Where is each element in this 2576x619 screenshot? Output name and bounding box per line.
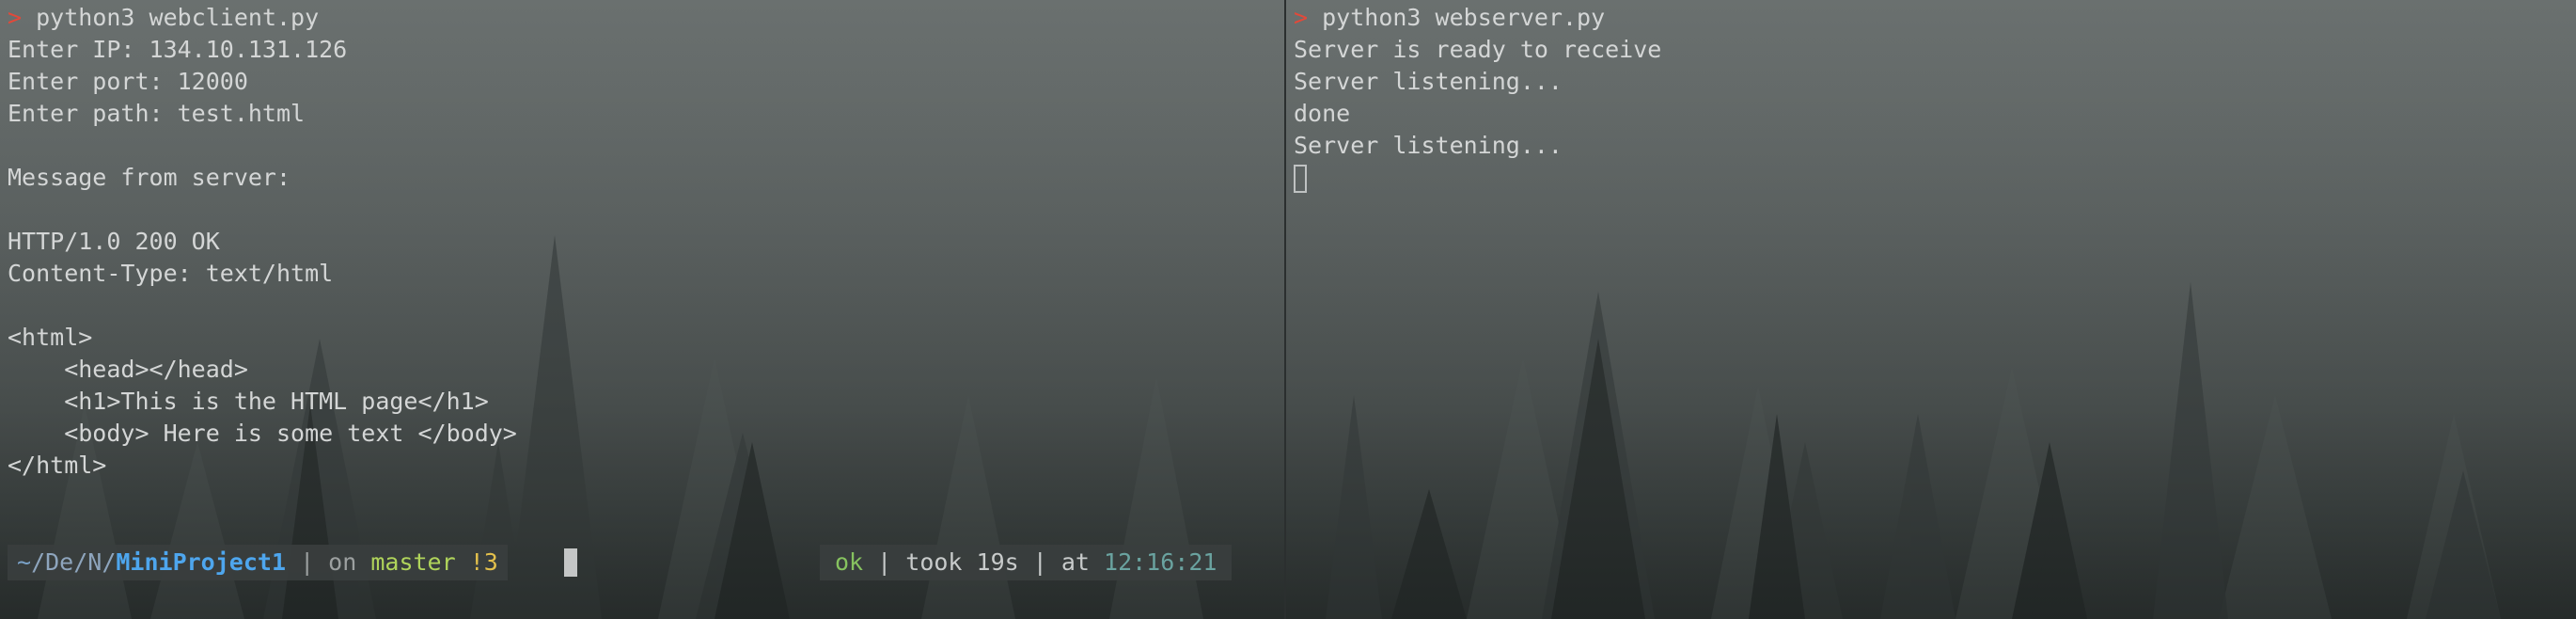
output-line: Message from server: (8, 164, 291, 191)
prompt-status-right: ok | took 19s | at 12:16:21 (820, 545, 1233, 580)
exit-status: ok (835, 548, 864, 576)
output-line: Enter path: test.html (8, 100, 306, 127)
duration-text: | took 19s | at (877, 548, 1090, 576)
git-dirty-count: !3 (469, 548, 498, 576)
on-branch-label: | on (300, 548, 357, 576)
output-line: <head></head> (8, 356, 248, 383)
output-line: <html> (8, 324, 93, 351)
prompt-arrow-icon: > (1294, 4, 1309, 31)
output-line: <h1>This is the HTML page</h1> (8, 388, 489, 415)
cursor-line (1294, 162, 1661, 194)
path-middle: /De/N/ (31, 548, 117, 576)
terminal-output-client: > python3 webclient.py Enter IP: 134.10.… (8, 2, 517, 482)
output-line: Content-Type: text/html (8, 260, 334, 287)
prompt-arrow-icon: > (8, 4, 23, 31)
terminal-pane-server[interactable]: > python3 webserver.py Server is ready t… (1286, 0, 2576, 619)
terminal-pane-client[interactable]: > python3 webclient.py Enter IP: 134.10.… (0, 0, 1284, 619)
command-line: > python3 webserver.py (1294, 2, 1661, 34)
output-line: done (1294, 100, 1351, 127)
terminal-output-server: > python3 webserver.py Server is ready t… (1294, 2, 1661, 194)
command-text: python3 webserver.py (1322, 4, 1606, 31)
prompt-status-left: ~/De/N/MiniProject1 | on master !3 (8, 545, 508, 580)
cursor-block (1294, 165, 1307, 193)
output-line: Enter port: 12000 (8, 68, 248, 95)
current-directory: MiniProject1 (116, 548, 286, 576)
output-line: Server listening... (1294, 68, 1563, 95)
cursor-block (564, 548, 577, 577)
output-line: Server listening... (1294, 132, 1563, 159)
git-branch: master (370, 548, 456, 576)
command-text: python3 webclient.py (36, 4, 320, 31)
output-line: Enter IP: 134.10.131.126 (8, 36, 348, 63)
clock-time: 12:16:21 (1104, 548, 1217, 576)
output-line: <body> Here is some text </body> (8, 420, 517, 447)
command-line: > python3 webclient.py (8, 2, 517, 34)
output-line: </html> (8, 452, 107, 479)
home-path: ~ (17, 548, 32, 576)
output-line: HTTP/1.0 200 OK (8, 228, 220, 255)
output-line: Server is ready to receive (1294, 36, 1662, 63)
